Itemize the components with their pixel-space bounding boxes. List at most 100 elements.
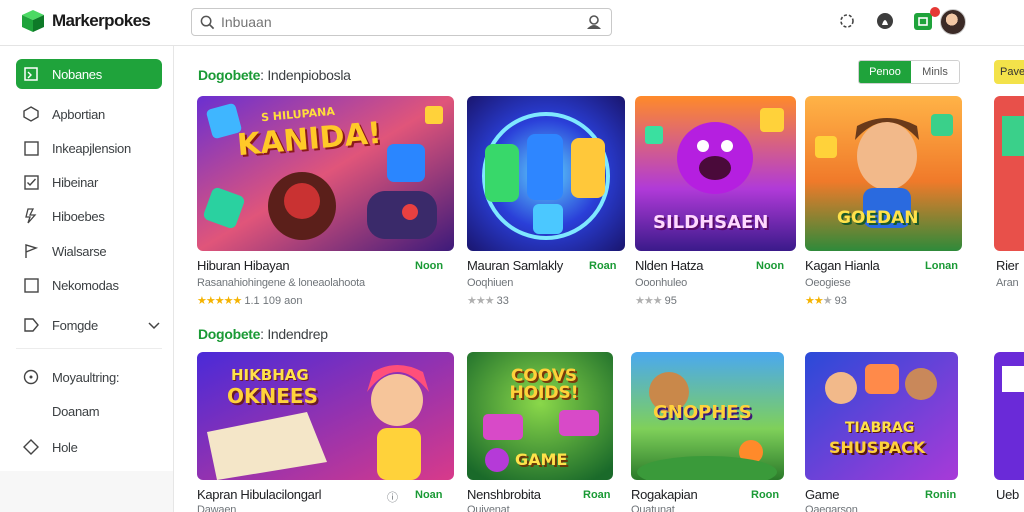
section-highlight: Dogobete bbox=[198, 67, 261, 83]
section-title-text: : Indendrep bbox=[260, 326, 328, 342]
game-subtitle: Aran bbox=[996, 277, 1019, 289]
game-subtitle: Ooqhiuen bbox=[467, 277, 514, 289]
game-art-title: SILDHSAEN bbox=[653, 212, 769, 233]
sidebar-item-doanam[interactable]: Doanam bbox=[16, 396, 162, 426]
flag-icon bbox=[22, 242, 40, 260]
sidebar-item-label: Inkeapjlension bbox=[52, 140, 131, 156]
hexagon-icon bbox=[22, 105, 40, 123]
game-badge: Noon bbox=[415, 260, 444, 272]
game-subtitle: Rasanahiohingene & loneaolahoota bbox=[197, 277, 365, 289]
sidebar-divider bbox=[16, 348, 162, 349]
game-art-caption: TIABRAG bbox=[845, 420, 915, 436]
sidebar-item-label: Apbortian bbox=[52, 106, 105, 122]
sidebar-item-hiboebes[interactable]: Hiboebes bbox=[16, 201, 162, 231]
sidebar-item-nobanes[interactable]: Nobanes bbox=[16, 59, 162, 89]
game-rating: ★★★★★ 1.1 109 aon bbox=[197, 294, 303, 307]
game-art-title: SHUSPACK bbox=[829, 438, 926, 457]
game-art-title: GNOPHES bbox=[653, 402, 752, 423]
game-art-title: OKNEES bbox=[227, 384, 318, 408]
sidebar-item-fomgde[interactable]: Fomgde bbox=[16, 310, 162, 340]
grid-icon bbox=[22, 65, 40, 83]
toggle-penoo[interactable]: Penoo bbox=[859, 61, 911, 83]
rating-stars: ★★ bbox=[805, 295, 824, 307]
side-button[interactable]: Pave bbox=[994, 60, 1024, 84]
sidebar-footer bbox=[0, 471, 173, 512]
rating-text: 33 bbox=[496, 295, 509, 307]
game-title[interactable]: Rogakapian bbox=[631, 487, 698, 502]
circle-icon bbox=[22, 368, 40, 386]
game-subtitle: Oeogiese bbox=[805, 277, 851, 289]
game-subtitle: Ooonhuleo bbox=[635, 277, 688, 289]
sidebar-item-wialsarse[interactable]: Wialsarse bbox=[16, 236, 162, 266]
game-thumbnail[interactable]: TIABRAG SHUSPACK bbox=[805, 352, 958, 480]
avatar[interactable] bbox=[940, 9, 966, 35]
chevron-down-icon[interactable] bbox=[148, 318, 160, 333]
game-badge: Roan bbox=[583, 489, 611, 501]
game-art-caption: COOVS HOIDS! bbox=[509, 366, 579, 403]
notifications-icon[interactable] bbox=[874, 10, 896, 32]
sidebar-item-label: Wialsarse bbox=[52, 243, 107, 259]
game-subtitle: Ouivenat bbox=[467, 504, 510, 512]
game-thumbnail[interactable]: GNOPHES bbox=[631, 352, 784, 480]
logo-cube-icon bbox=[22, 10, 44, 32]
sidebar-item-hole[interactable]: Hole bbox=[16, 432, 162, 462]
bolt-icon bbox=[22, 207, 40, 225]
logo[interactable]: Markerpokes bbox=[20, 8, 151, 34]
game-art-title: GOEDAN bbox=[837, 208, 919, 228]
game-title[interactable]: Ueb bbox=[996, 487, 1019, 502]
section-title-2: Dogobete: Indendrep bbox=[198, 326, 328, 342]
game-title[interactable]: Nenshbrobita bbox=[467, 487, 541, 502]
game-title[interactable]: Hiburan Hibayan bbox=[197, 258, 290, 273]
game-thumbnail[interactable] bbox=[467, 96, 625, 251]
sidebar-item-inkeapjlension[interactable]: Inkeapjlension bbox=[16, 133, 162, 163]
microphone-icon[interactable] bbox=[585, 14, 603, 30]
search-icon bbox=[200, 15, 215, 29]
info-icon[interactable]: ⓘ bbox=[387, 489, 398, 505]
sidebar-item-hibeinar[interactable]: Hibeinar bbox=[16, 167, 162, 197]
rating-text: 93 bbox=[834, 295, 847, 307]
sidebar: Nobanes Apbortian Inkeapjlension Hibeina… bbox=[0, 46, 174, 512]
cart-icon[interactable] bbox=[912, 7, 940, 32]
section-highlight: Dogobete bbox=[198, 326, 261, 342]
search-bar[interactable] bbox=[191, 8, 612, 36]
game-badge: Ronin bbox=[925, 489, 957, 501]
sidebar-item-label: Moyaultring: bbox=[52, 369, 120, 385]
game-rating: ★★★ 93 bbox=[805, 294, 847, 307]
game-title[interactable]: Kapran Hibulacilongarl bbox=[197, 487, 322, 502]
game-thumbnail[interactable]: S HILUPANA KANIDA! bbox=[197, 96, 454, 251]
sidebar-item-label: Doanam bbox=[52, 403, 100, 419]
sidebar-item-nekomodas[interactable]: Nekomodas bbox=[16, 270, 162, 300]
game-thumbnail[interactable] bbox=[994, 96, 1024, 251]
sidebar-item-spacer bbox=[22, 402, 40, 420]
sidebar-item-label: Hiboebes bbox=[52, 208, 105, 224]
rating-text: 95 bbox=[664, 295, 677, 307]
toggle-minls[interactable]: Minls bbox=[911, 61, 959, 83]
game-thumbnail[interactable]: COOVS HOIDS! GAME bbox=[467, 352, 613, 480]
game-title[interactable]: Mauran Samlakly bbox=[467, 258, 563, 273]
sidebar-item-apbortian[interactable]: Apbortian bbox=[16, 99, 162, 129]
game-title[interactable]: Nlden Hatza bbox=[635, 258, 704, 273]
game-title[interactable]: Rier bbox=[996, 258, 1019, 273]
game-subtitle: Oaegarson bbox=[805, 504, 858, 512]
sidebar-item-label: Fomgde bbox=[52, 317, 98, 333]
search-input[interactable] bbox=[221, 14, 585, 30]
sidebar-item-label: Hibeinar bbox=[52, 174, 99, 190]
pentagon-icon bbox=[22, 316, 40, 334]
game-thumbnail[interactable]: SILDHSAEN bbox=[635, 96, 796, 251]
sidebar-item-label: Nobanes bbox=[52, 66, 102, 82]
sidebar-item-moyaultring[interactable]: Moyaultring: bbox=[16, 362, 162, 392]
game-art-title: GAME bbox=[515, 450, 568, 469]
game-thumbnail[interactable]: HIKBHAG OKNEES bbox=[197, 352, 454, 480]
rating-stars: ★★★★★ bbox=[197, 295, 242, 307]
game-thumbnail[interactable]: GOEDAN bbox=[805, 96, 962, 251]
rating-stars: ★★★ bbox=[635, 295, 663, 307]
game-title[interactable]: Kagan Hianla bbox=[805, 258, 880, 273]
rating-stars-empty: ★ bbox=[822, 295, 833, 307]
cart-badge-dot bbox=[930, 7, 940, 17]
rating-stars: ★★★ bbox=[467, 295, 495, 307]
game-art-caption: HIKBHAG bbox=[231, 366, 309, 384]
game-badge: Noan bbox=[415, 489, 443, 501]
game-title[interactable]: Game bbox=[805, 487, 840, 502]
settings-icon[interactable] bbox=[836, 10, 858, 32]
game-thumbnail[interactable] bbox=[994, 352, 1024, 480]
